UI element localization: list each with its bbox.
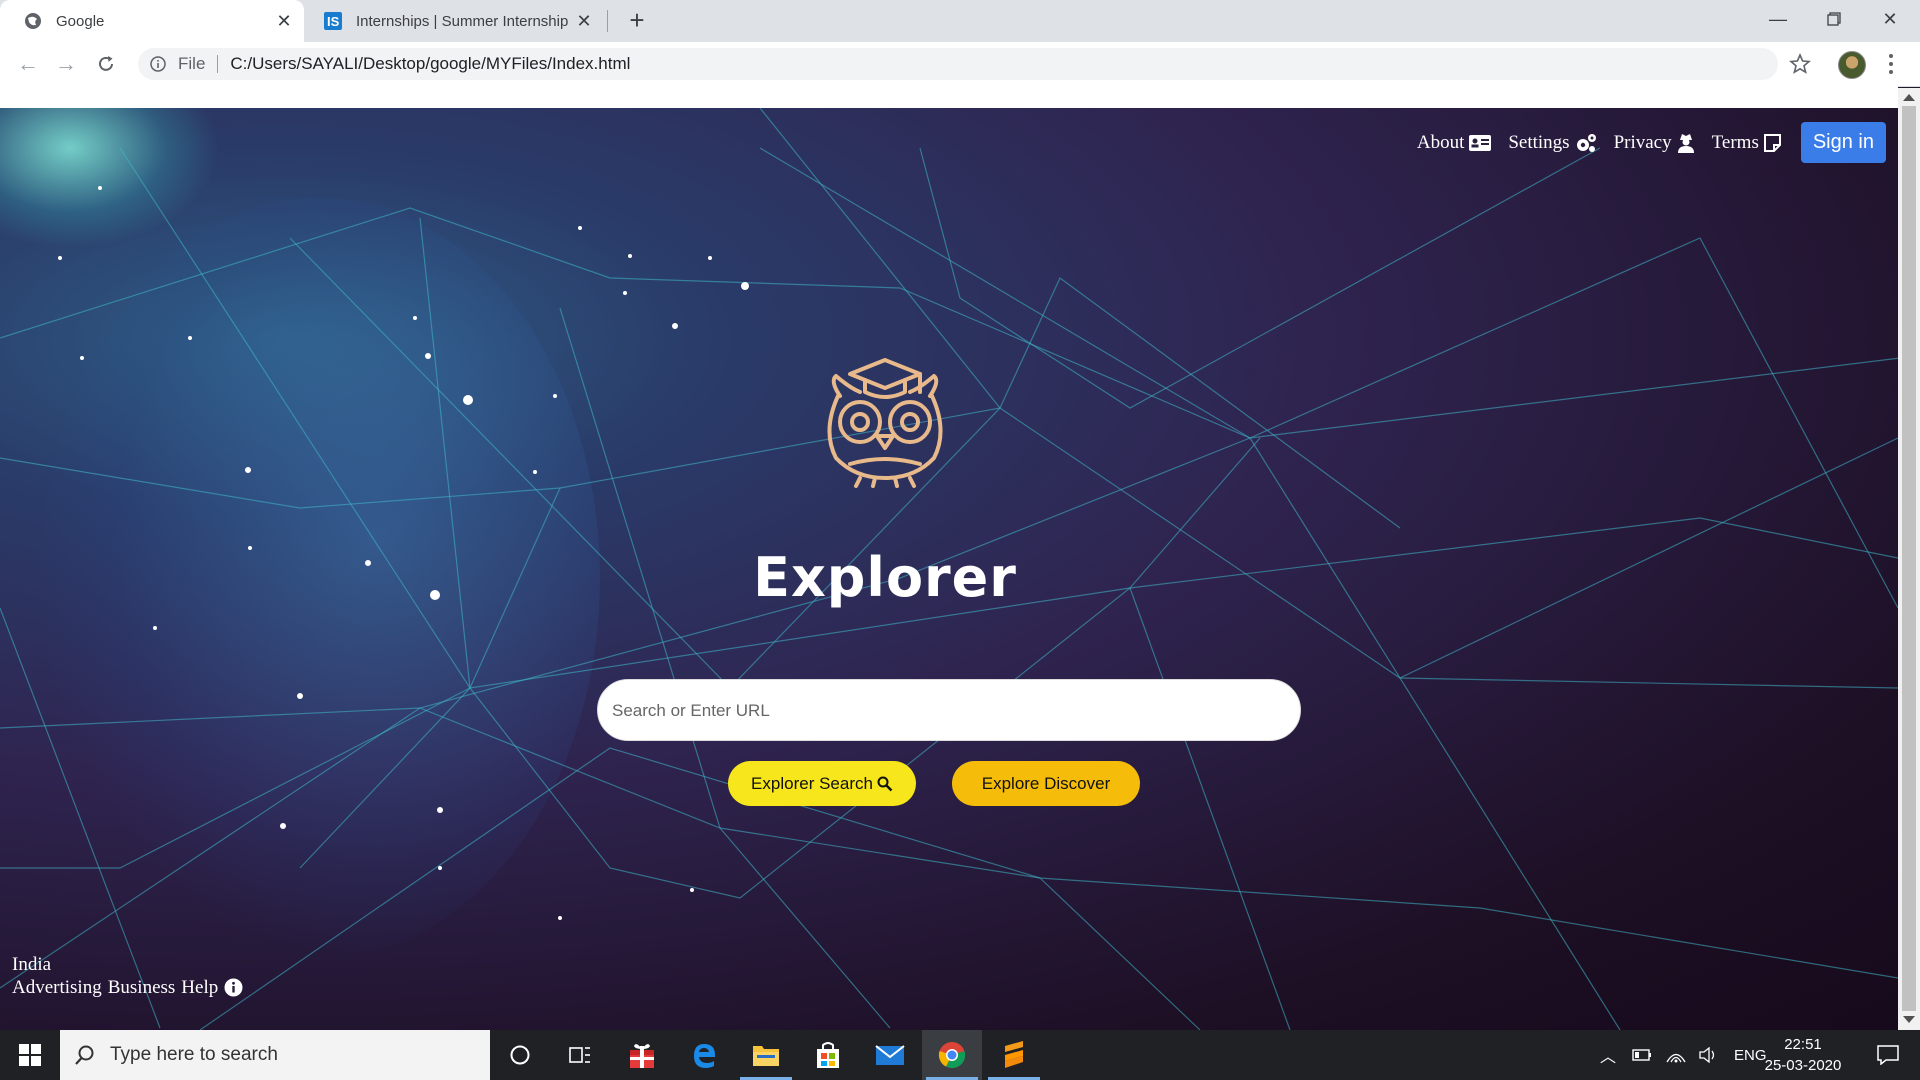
url-scheme: File [178,54,206,73]
search-input[interactable] [610,680,1274,742]
user-secret-icon [1677,133,1694,153]
url-text: C:/Users/SAYALI/Desktop/google/MYFiles/I… [230,54,631,73]
reload-button[interactable] [92,50,120,78]
nav-settings-label: Settings [1508,131,1570,153]
chrome-icon [938,1042,966,1069]
task-view-icon [569,1047,590,1063]
search-box [597,679,1301,742]
minimize-button[interactable]: — [1750,0,1806,38]
id-card-icon [1469,134,1492,151]
tab-title: Internships | Summer Internship [356,12,569,30]
footer-business-link[interactable]: Business [108,976,176,999]
back-button[interactable]: ← [14,50,42,78]
scroll-thumb[interactable] [1902,106,1916,1011]
restore-button[interactable] [1806,0,1862,38]
page-top-gap [0,86,1898,108]
svg-text:IS: IS [327,14,340,29]
page-scrollbar[interactable] [1898,88,1920,1030]
profile-avatar[interactable] [1838,51,1866,79]
close-window-button[interactable]: ✕ [1862,0,1918,38]
sublime-text-button[interactable] [984,1030,1044,1080]
info-icon[interactable] [150,56,166,72]
nav-about-label: About [1416,131,1465,153]
file-explorer-button[interactable] [736,1030,796,1080]
footer-advertising-link[interactable]: Advertising [12,976,102,999]
brand-title: Explorer [753,546,1017,609]
store-icon [817,1042,839,1068]
nav-terms-label: Terms [1711,131,1759,153]
tab-internships[interactable]: IS Internships | Summer Internship ✕ [304,0,604,42]
new-tab-button[interactable]: + [622,6,652,36]
restore-icon [1827,12,1841,26]
show-hidden-icons-chevron-icon[interactable]: ︿ [1600,1043,1616,1067]
taskbar-clock[interactable]: 22:51 25-03-2020 [1762,1034,1844,1076]
clock-date: 25-03-2020 [1764,1057,1842,1074]
nav-about-link[interactable]: About [1417,132,1492,154]
system-tray: ︿ ENG [1600,1030,1767,1080]
footer-country: India [12,954,52,975]
footer-help-link[interactable]: Help [181,976,218,999]
url-separator [217,55,219,73]
search-icon [75,1045,94,1065]
cortana-icon [510,1045,530,1065]
task-view-button[interactable] [550,1030,610,1080]
owl-logo [827,358,943,488]
tab-google[interactable]: Google ✕ [0,0,304,42]
page-footer: India Advertising Business Help [12,953,243,999]
explorer-search-label: Explorer Search [751,773,873,793]
sign-in-button[interactable]: Sign in [1800,122,1886,163]
notification-icon [1877,1045,1899,1065]
wifi-icon[interactable] [1666,1047,1686,1063]
globe-icon [25,13,41,29]
forward-button[interactable]: → [52,50,80,78]
sticky-note-icon [1763,133,1781,152]
windows-logo-icon [19,1044,41,1066]
nav-privacy-label: Privacy [1613,131,1672,153]
gift-app-button[interactable] [612,1030,672,1080]
info-circle-icon[interactable] [224,978,243,997]
search-icon [877,776,893,791]
footer-links: Advertising Business Help [12,976,243,999]
windows-taskbar: Type here to search ︿ ENG 22:51 25-03-20… [0,1030,1920,1080]
clock-time: 22:51 [1784,1036,1822,1053]
cortana-button[interactable] [490,1030,550,1080]
store-button[interactable] [798,1030,858,1080]
explore-discover-label: Explore Discover [981,773,1111,793]
edge-icon [694,1044,715,1068]
gears-icon [1576,133,1596,152]
chrome-button[interactable] [922,1030,982,1080]
nav-privacy-link[interactable]: Privacy [1614,132,1695,154]
bookmark-star-icon[interactable] [1788,52,1812,76]
start-button[interactable] [0,1030,60,1080]
tab-strip: Google ✕ IS Internships | Summer Interns… [0,0,1920,42]
folder-icon [753,1046,779,1066]
nav-terms-link[interactable]: Terms [1712,132,1781,154]
close-tab-icon[interactable]: ✕ [274,11,294,32]
address-bar[interactable]: File C:/Users/SAYALI/Desktop/google/MYFi… [138,48,1778,80]
taskbar-search-placeholder: Type here to search [110,1044,278,1065]
scroll-up-arrow[interactable] [1903,94,1915,101]
nav-settings-link[interactable]: Settings [1508,132,1596,154]
explorer-search-button[interactable]: Explorer Search [728,761,916,806]
gift-icon [630,1044,654,1068]
edge-button[interactable] [674,1030,734,1080]
action-center-button[interactable] [1858,1030,1918,1080]
mail-button[interactable] [860,1030,920,1080]
sublime-text-icon [1005,1041,1023,1068]
scroll-down-arrow[interactable] [1903,1016,1915,1023]
browser-menu-button[interactable] [1884,52,1898,76]
internshala-icon: IS [324,12,342,30]
taskbar-search-box[interactable]: Type here to search [60,1030,490,1080]
tab-title: Google [56,12,105,30]
browser-toolbar: ← → File C:/Users/SAYALI/Desktop/google/… [0,42,1920,87]
top-navigation: About Settings Privacy Terms Sign in [1400,122,1886,163]
explorer-page: About Settings Privacy Terms Sign in Exp… [0,108,1898,1030]
mail-icon [875,1045,905,1065]
tab-separator [607,10,608,32]
close-tab-icon[interactable]: ✕ [574,11,594,32]
explore-discover-button[interactable]: Explore Discover [952,761,1140,806]
reload-icon [99,56,113,71]
volume-icon[interactable] [1698,1047,1718,1063]
battery-icon[interactable] [1632,1048,1652,1062]
